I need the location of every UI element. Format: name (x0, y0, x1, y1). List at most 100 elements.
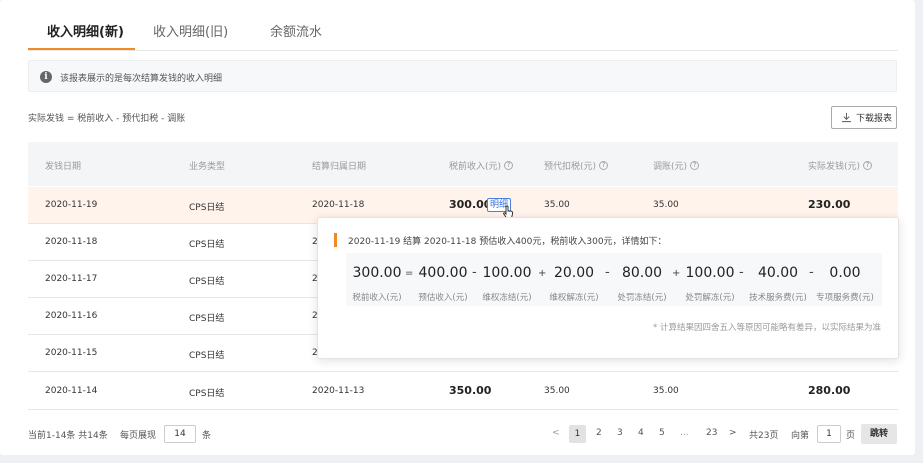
page-23-button[interactable]: 23 (706, 428, 717, 438)
formula-text: 实际发钱 = 税前收入 - 预代扣税 - 调账 (28, 114, 186, 124)
goto-unit: 页 (846, 431, 856, 441)
cell-type: CPS日结 (189, 314, 225, 324)
cell-tax: 35.00 (544, 200, 570, 210)
equation-term-label: 专项服务费(元) (816, 293, 874, 303)
help-icon[interactable]: ? (599, 161, 609, 170)
total-pages: 共23页 (749, 431, 779, 441)
download-label: 下载报表 (856, 114, 893, 124)
equation-term: 0.00 专项服务费(元) (810, 253, 880, 306)
equation-term-value: 0.00 (829, 265, 861, 281)
cell-date: 2020-11-17 (45, 274, 98, 284)
equation-operator: - (809, 265, 814, 280)
equation-term: 100.00 处罚解冻(元) (677, 253, 743, 306)
equation-term: 20.00 维权解冻(元) (542, 253, 606, 306)
equation-term-label: 税前收入(元) (352, 293, 402, 303)
notice-text: 该报表展示的是每次结算发钱的收入明细 (60, 74, 223, 84)
table-row: 2020-11-14 CPS日结 2020-11-13 350.00 35.00 35.0… (28, 373, 898, 410)
equation-term-label: 预估收入(元) (418, 293, 468, 303)
col-settle-date: 结算归属日期 (312, 162, 367, 172)
col-pretax-income: 税前收入(元)? (449, 159, 514, 172)
rounding-note: * 计算结果因四舍五入等原因可能略有差异，以实际结果为准 (653, 323, 881, 333)
per-page-unit: 条 (202, 431, 212, 441)
equation-term-value: 100.00 (685, 265, 735, 281)
equation-term-label: 维权解冻(元) (549, 293, 599, 303)
equation-operator: = (405, 268, 414, 279)
goto-page-input[interactable]: 1 (817, 425, 841, 443)
cell-date: 2020-11-19 (45, 200, 98, 210)
cell-type: CPS日结 (189, 351, 225, 361)
equation-operator: + (672, 268, 681, 279)
equation-term-label: 维权冻结(元) (482, 293, 532, 303)
col-pay-date: 发钱日期 (45, 162, 82, 172)
equation-term-value: 20.00 (553, 265, 595, 281)
tab-balance-flow[interactable]: 余额流水 (270, 21, 322, 40)
help-icon[interactable]: ? (504, 161, 514, 170)
equation-term-value: 100.00 (482, 265, 532, 281)
cell-settle: 2020-11-13 (312, 386, 365, 396)
equation-term: 400.00 预估收入(元) (411, 253, 475, 306)
equation-operator: - (739, 265, 744, 280)
cell-date: 2020-11-14 (45, 386, 98, 396)
active-tab-indicator (28, 48, 135, 50)
equation-term-value: 300.00 (352, 265, 402, 281)
tab-income-new[interactable]: 收入明细(新) (47, 21, 124, 40)
cell-type: CPS日结 (189, 240, 225, 250)
income-report-card: 收入明细(新) 收入明细(旧) 余额流水 i 该报表展示的是每次结算发钱的收入明… (0, 0, 915, 455)
equation-term-label: 技术服务费(元) (749, 293, 807, 303)
cell-pre: 300.00 (449, 198, 492, 211)
col-adjustment: 调账(元)? (653, 159, 700, 172)
equation-term: 80.00 处罚冻结(元) (610, 253, 674, 306)
download-report-button[interactable]: 下载报表 (831, 106, 897, 129)
equation-term: 100.00 维权冻结(元) (475, 253, 539, 306)
prev-page-button[interactable]: < (552, 428, 560, 438)
page-1-button[interactable]: 1 (569, 425, 586, 443)
equation-term-value: 80.00 (621, 265, 663, 281)
cell-date: 2020-11-16 (45, 311, 98, 321)
income-detail-popover: 2020-11-19 结算 2020-11-18 预估收入400元，税前收入30… (317, 217, 899, 359)
cell-type: CPS日结 (189, 277, 225, 287)
cell-pay: 280.00 (808, 384, 851, 397)
equation-term-value: 400.00 (418, 265, 468, 281)
download-icon (841, 112, 852, 123)
goto-label: 向第 (791, 431, 810, 441)
col-withholding-tax: 预代扣税(元)? (544, 159, 609, 172)
help-icon[interactable]: ? (863, 161, 873, 170)
equation-operator: - (472, 265, 477, 280)
col-business-type: 业务类型 (189, 162, 226, 172)
equation-operator: - (605, 265, 610, 280)
cell-type: CPS日结 (189, 203, 225, 213)
cell-date: 2020-11-18 (45, 237, 98, 247)
cell-settle: 2020-11-18 (312, 200, 365, 210)
page-3-button[interactable]: 3 (617, 428, 623, 438)
cell-adj: 35.00 (653, 386, 679, 396)
income-equation: 300.00 税前收入(元) 400.00 预估收入(元) 100.00 维权冻结(元) 2… (346, 253, 882, 306)
popover-accent-bar (334, 233, 337, 247)
equation-term: 300.00 税前收入(元) (346, 253, 408, 306)
help-icon[interactable]: ? (690, 161, 700, 170)
next-page-button[interactable]: > (729, 428, 737, 438)
equation-term-label: 处罚冻结(元) (617, 293, 667, 303)
cell-pre: 350.00 (449, 384, 492, 397)
cell-type: CPS日结 (189, 389, 225, 399)
cell-tax: 35.00 (544, 386, 570, 396)
col-actual-pay: 实际发钱(元)? (808, 159, 873, 172)
page-ellipsis[interactable]: ... (680, 428, 689, 438)
equation-term: 40.00 技术服务费(元) (742, 253, 814, 306)
info-icon: i (40, 71, 52, 83)
jump-button[interactable]: 跳转 (861, 424, 897, 444)
popover-header: 2020-11-19 结算 2020-11-18 预估收入400元，税前收入30… (348, 237, 667, 247)
cell-adj: 35.00 (653, 200, 679, 210)
page-4-button[interactable]: 4 (638, 428, 644, 438)
info-notice: i 该报表展示的是每次结算发钱的收入明细 (28, 60, 897, 92)
per-page-label: 每页展现 (120, 431, 157, 441)
cell-date: 2020-11-15 (45, 348, 98, 358)
page-2-button[interactable]: 2 (596, 428, 602, 438)
equation-operator: + (538, 268, 547, 279)
page-summary: 当前1-14条 共14条 (28, 431, 108, 441)
cell-pay: 230.00 (808, 198, 851, 211)
equation-term-label: 处罚解冻(元) (685, 293, 735, 303)
page-5-button[interactable]: 5 (659, 428, 665, 438)
tab-income-old[interactable]: 收入明细(旧) (153, 21, 228, 40)
per-page-input[interactable]: 14 (164, 425, 196, 443)
table-header: 发钱日期 业务类型 结算归属日期 税前收入(元)? 预代扣税(元)? 调账(元)… (28, 142, 898, 186)
